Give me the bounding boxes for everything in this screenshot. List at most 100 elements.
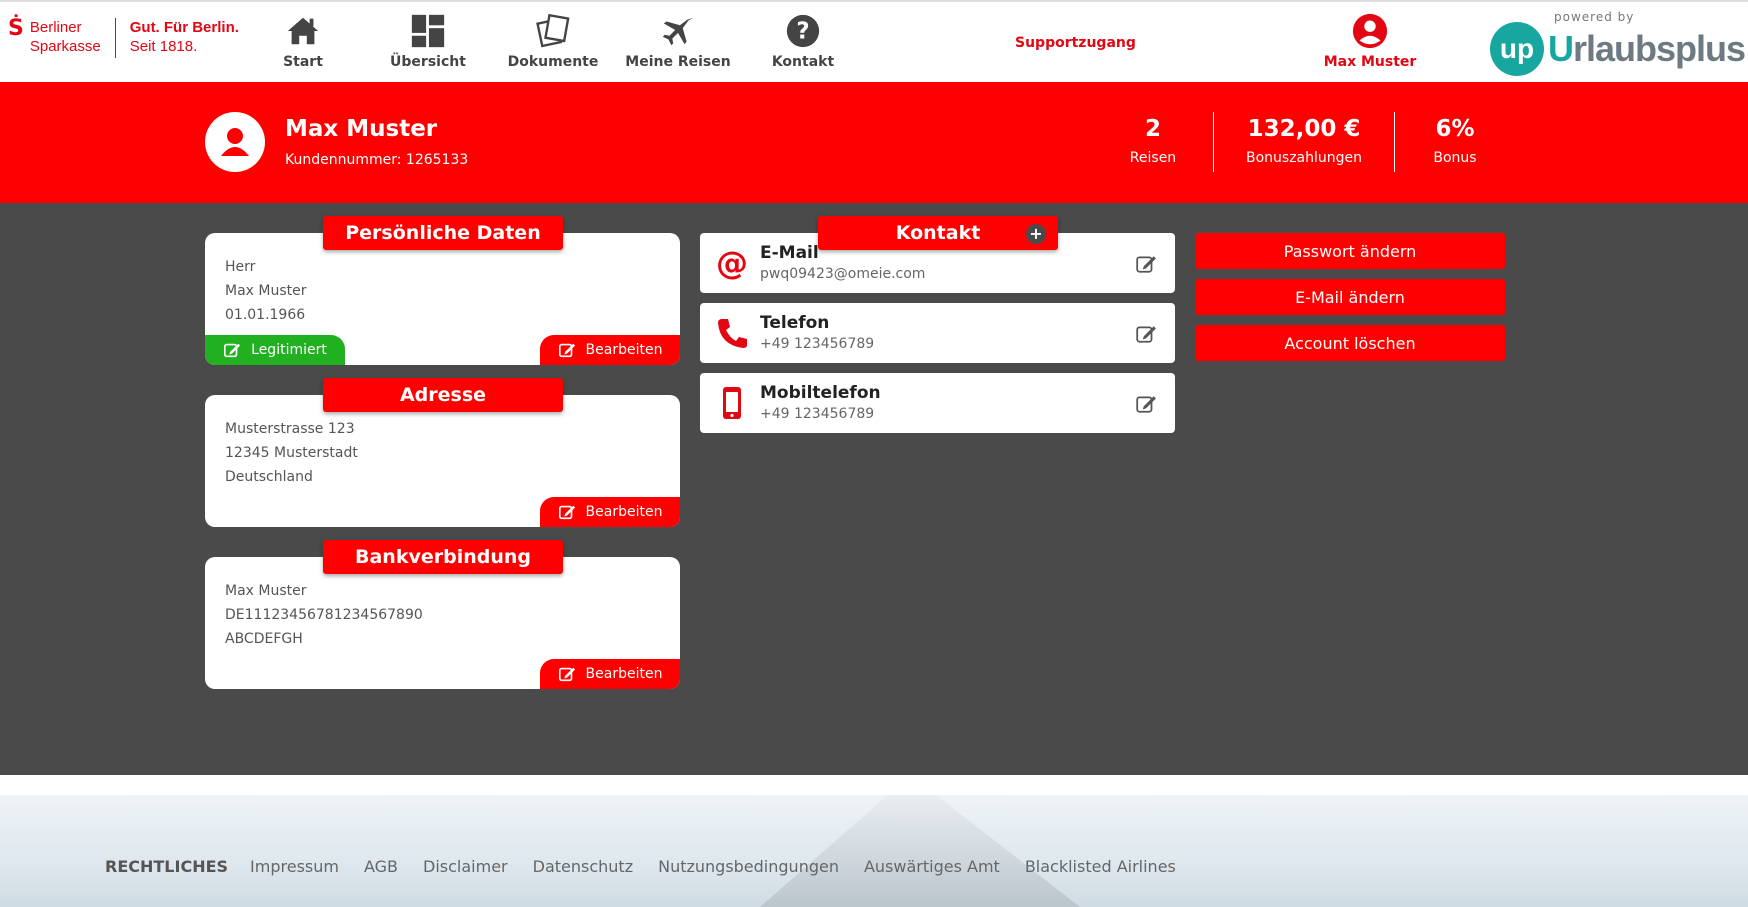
footer-link-disclaimer[interactable]: Disclaimer bbox=[423, 857, 508, 876]
stat-trips-value: 2 bbox=[1144, 116, 1161, 142]
nav-meine-reisen[interactable]: Meine Reisen bbox=[618, 12, 738, 70]
mobile-icon bbox=[723, 387, 741, 419]
urlaubsplus-brand: Urlaubsplus bbox=[1548, 28, 1746, 70]
contact-mobile-label: Mobiltelefon bbox=[760, 383, 881, 403]
contact-title-text: Kontakt bbox=[895, 222, 981, 244]
support-access-link[interactable]: Supportzugang bbox=[1015, 35, 1136, 51]
street: Musterstrasse 123 bbox=[225, 421, 355, 437]
edit-label: Bearbeiten bbox=[585, 504, 663, 520]
stat-bonus-payments-label: Bonuszahlungen bbox=[1245, 150, 1363, 166]
change-email-button[interactable]: E-Mail ändern bbox=[1195, 279, 1505, 315]
edit-mobile-icon[interactable] bbox=[1135, 393, 1157, 415]
customer-number: Kundennummer: 1265133 bbox=[285, 152, 469, 168]
bic: ABCDEFGH bbox=[225, 631, 303, 647]
documents-icon bbox=[536, 13, 570, 48]
stat-bonus-payments-value: 132,00 € bbox=[1247, 116, 1361, 142]
footer-link-impressum[interactable]: Impressum bbox=[250, 857, 339, 876]
edit-bank-button[interactable]: Bearbeiten bbox=[540, 659, 680, 689]
contact-title: Kontakt + bbox=[818, 216, 1058, 250]
edit-icon bbox=[558, 505, 575, 520]
legitimated-label: Legitimiert bbox=[251, 342, 327, 358]
home-icon bbox=[287, 17, 319, 45]
brand-rest: rlaubsplus bbox=[1573, 28, 1746, 69]
footer-link-blacklisted-airlines[interactable]: Blacklisted Airlines bbox=[1025, 857, 1176, 876]
svg-text:@: @ bbox=[716, 245, 748, 281]
contact-mobile-row: Mobiltelefon +49 123456789 bbox=[700, 373, 1175, 433]
edit-address-button[interactable]: Bearbeiten bbox=[540, 497, 680, 527]
change-password-button[interactable]: Passwort ändern bbox=[1195, 233, 1505, 269]
city: 12345 Musterstadt bbox=[225, 445, 358, 461]
address-lines: Musterstrasse 123 12345 Musterstadt Deut… bbox=[225, 417, 358, 489]
profile-name: Max Muster bbox=[285, 116, 438, 142]
stat-trips: 2 Reisen bbox=[1078, 116, 1228, 166]
footer-link-agb[interactable]: AGB bbox=[364, 857, 398, 876]
stat-divider bbox=[1213, 112, 1214, 172]
footer-heading: RECHTLICHES bbox=[105, 857, 229, 876]
salutation: Herr bbox=[225, 259, 256, 275]
contact-mobile-value: +49 123456789 bbox=[760, 406, 875, 422]
svg-text:?: ? bbox=[796, 19, 809, 45]
user-menu[interactable]: Max Muster bbox=[1310, 12, 1430, 70]
stat-bonus-label: Bonus bbox=[1433, 150, 1477, 166]
nav-kontakt[interactable]: ? Kontakt bbox=[743, 12, 863, 70]
dashboard-icon bbox=[411, 14, 445, 48]
address-card: Musterstrasse 123 12345 Musterstadt Deut… bbox=[205, 395, 680, 527]
footer: RECHTLICHES Impressum AGB Disclaimer Dat… bbox=[0, 795, 1748, 907]
personal-data-title: Persönliche Daten bbox=[323, 216, 563, 250]
sparkasse-s-icon: Ṡ bbox=[8, 16, 24, 41]
nav-uebersicht-label: Übersicht bbox=[390, 54, 466, 70]
nav-dokumente-label: Dokumente bbox=[507, 54, 599, 70]
add-contact-button[interactable]: + bbox=[1026, 224, 1046, 244]
edit-label: Bearbeiten bbox=[585, 342, 663, 358]
nav-dokumente[interactable]: Dokumente bbox=[493, 12, 613, 70]
profile-avatar bbox=[205, 112, 265, 172]
contact-phone-row: Telefon +49 123456789 bbox=[700, 303, 1175, 363]
personal-data-lines: Herr Max Muster 01.01.1966 bbox=[225, 255, 307, 327]
legitimated-badge: Legitimiert bbox=[205, 335, 345, 365]
profile-banner: Max Muster Kundennummer: 1265133 2 Reise… bbox=[0, 82, 1748, 203]
edit-icon bbox=[558, 667, 575, 682]
stat-bonus-value: 6% bbox=[1435, 116, 1475, 142]
user-menu-label: Max Muster bbox=[1323, 54, 1417, 70]
top-navigation-bar: Ṡ Berliner Sparkasse Gut. Für Berlin. Se… bbox=[0, 0, 1748, 82]
edit-icon bbox=[224, 343, 241, 358]
footer-background-pier bbox=[760, 795, 1080, 907]
brand-u: U bbox=[1548, 28, 1574, 69]
footer-link-datenschutz[interactable]: Datenschutz bbox=[533, 857, 633, 876]
edit-personal-data-button[interactable]: Bearbeiten bbox=[540, 335, 680, 365]
full-name: Max Muster bbox=[225, 283, 307, 299]
phone-icon bbox=[718, 319, 747, 348]
contact-phone-label: Telefon bbox=[760, 313, 830, 333]
account-holder: Max Muster bbox=[225, 583, 307, 599]
sparkasse-logo[interactable]: Ṡ Berliner Sparkasse Gut. Für Berlin. Se… bbox=[8, 18, 239, 58]
airplane-icon bbox=[662, 17, 694, 46]
footer-links: RECHTLICHES Impressum AGB Disclaimer Dat… bbox=[105, 857, 1176, 876]
bank-lines: Max Muster DE11123456781234567890 ABCDEF… bbox=[225, 579, 423, 651]
stat-bonus-payments: 132,00 € Bonuszahlungen bbox=[1229, 116, 1379, 166]
birth-date: 01.01.1966 bbox=[225, 307, 306, 323]
footer-link-auswaertiges-amt[interactable]: Auswärtiges Amt bbox=[864, 857, 1000, 876]
up-logo-circle: up bbox=[1490, 22, 1544, 76]
edit-email-icon[interactable] bbox=[1135, 253, 1157, 275]
country: Deutschland bbox=[225, 469, 313, 485]
delete-account-button[interactable]: Account löschen bbox=[1195, 325, 1505, 361]
logo-line-2: Sparkasse bbox=[29, 38, 101, 55]
logo-divider bbox=[114, 18, 116, 58]
footer-spacer bbox=[0, 775, 1748, 795]
logo-slogan-1: Gut. Für Berlin. bbox=[129, 19, 239, 36]
stat-bonus: 6% Bonus bbox=[1380, 116, 1530, 166]
logo-line-1: Berliner bbox=[29, 19, 82, 36]
contact-phone-value: +49 123456789 bbox=[760, 336, 875, 352]
logo-slogan-2: Seit 1818. bbox=[129, 38, 198, 55]
footer-link-nutzungsbedingungen[interactable]: Nutzungsbedingungen bbox=[658, 857, 839, 876]
at-icon: @ bbox=[716, 245, 748, 281]
nav-start-label: Start bbox=[283, 54, 323, 70]
main-content: Herr Max Muster 01.01.1966 Legitimiert B… bbox=[0, 203, 1748, 775]
contact-email-value: pwq09423@omeie.com bbox=[760, 266, 926, 282]
edit-icon bbox=[558, 343, 575, 358]
edit-phone-icon[interactable] bbox=[1135, 323, 1157, 345]
question-icon: ? bbox=[786, 14, 820, 48]
stat-trips-label: Reisen bbox=[1129, 150, 1177, 166]
nav-start[interactable]: Start bbox=[243, 12, 363, 70]
nav-uebersicht[interactable]: Übersicht bbox=[368, 12, 488, 70]
